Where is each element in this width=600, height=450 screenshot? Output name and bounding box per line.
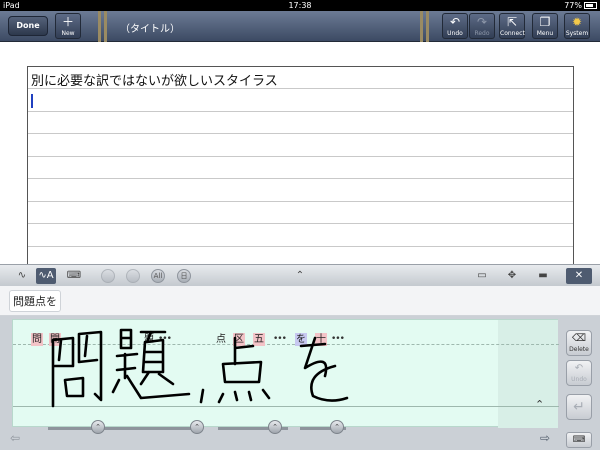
day-button[interactable]: 日 — [177, 269, 191, 283]
delete-label: Delete — [569, 346, 589, 353]
ruled-line — [28, 88, 573, 89]
ruled-line — [28, 178, 573, 179]
text-cursor — [31, 94, 33, 108]
gear-icon: ✹ — [571, 15, 583, 29]
keyboard-icon[interactable]: ⌨ — [64, 268, 84, 284]
menu-label: Menu — [536, 30, 554, 37]
status-bar: iPad 17:38 77% — [0, 0, 600, 11]
connect-button[interactable]: ⇱ Connect — [499, 13, 525, 39]
app-root: iPad 17:38 77% Done ＋ New （タイトル） ↶ Undo … — [0, 0, 600, 450]
connect-icon: ⇱ — [506, 15, 518, 29]
redo-label: Redo — [474, 30, 490, 37]
lined-paper[interactable]: 別に必要な訳ではないが欲しいスタイラス — [27, 66, 574, 266]
redo-button[interactable]: ↷ Redo — [469, 13, 495, 39]
ruled-line — [28, 245, 573, 247]
battery-percent: 77% — [564, 1, 582, 10]
arrow-left-icon[interactable]: ⇦ — [10, 431, 20, 445]
collapse-icon[interactable]: ⌃ — [535, 398, 544, 411]
ruled-line — [28, 110, 573, 112]
pen-icon[interactable]: ∿ — [12, 268, 32, 284]
toolbar-divider — [98, 11, 101, 42]
ruled-line — [28, 223, 573, 224]
ruled-line — [28, 155, 573, 157]
ruled-line — [28, 133, 573, 134]
new-label: New — [61, 30, 75, 37]
battery-level — [586, 4, 593, 7]
document-title[interactable]: （タイトル） — [120, 20, 180, 35]
delete-icon: ⌫ — [571, 333, 587, 344]
toolbar-divider — [426, 11, 429, 42]
window-icon[interactable]: ▬ — [533, 268, 553, 284]
undo-icon: ↶ — [449, 15, 461, 29]
handwriting-area[interactable]: 問 開 題 ••• 点 区 五 ••• を 十 ••• — [12, 319, 559, 428]
new-button[interactable]: ＋ New — [55, 13, 81, 39]
close-icon[interactable]: ✕ — [566, 268, 592, 284]
document-text: 別に必要な訳ではないが欲しいスタイラス — [31, 74, 278, 89]
system-label: System — [565, 30, 589, 37]
undo-label: Undo — [447, 30, 463, 37]
chevron-up-icon[interactable]: ⌃ — [290, 268, 310, 284]
move-icon[interactable]: ✥ — [502, 268, 522, 284]
redo-icon: ↷ — [476, 15, 488, 29]
return-button[interactable]: ↵ — [566, 394, 592, 420]
undo-icon: ↶ — [574, 363, 584, 374]
menu-button[interactable]: ❐ Menu — [532, 13, 558, 39]
side-undo-button[interactable]: ↶ Undo — [566, 360, 592, 386]
connect-label: Connect — [500, 30, 525, 37]
return-icon: ↵ — [573, 399, 585, 415]
candidate-row: 問題点を — [0, 286, 600, 316]
ruler-icon[interactable]: ▭ — [472, 268, 492, 284]
keyboard-toggle-icon[interactable]: ⌨ — [566, 432, 592, 448]
delete-button[interactable]: ⌫ Delete — [566, 330, 592, 356]
conversion-candidate[interactable]: 問題点を — [9, 290, 61, 312]
document-area: 別に必要な訳ではないが欲しいスタイラス — [0, 42, 600, 266]
system-button[interactable]: ✹ System — [564, 13, 590, 39]
battery-icon — [584, 2, 597, 9]
undo-button[interactable]: ↶ Undo — [442, 13, 468, 39]
arrow-right-icon[interactable]: ⇨ — [540, 431, 550, 445]
status-time: 17:38 — [288, 1, 312, 10]
circle-button-2[interactable] — [126, 269, 140, 283]
handwriting-strokes — [51, 328, 349, 408]
ruled-line — [28, 200, 573, 202]
menu-icon: ❐ — [539, 15, 551, 29]
bottom-bar: ⇦ ⇨ ⌨ — [0, 429, 600, 450]
handwriting-toolbar: ∿ ∿A ⌨ All 日 ⌃ ▭ ✥ ▬ ✕ — [0, 264, 600, 286]
done-button[interactable]: Done — [8, 16, 48, 36]
toolbar-divider — [104, 11, 107, 42]
side-undo-label: Undo — [571, 376, 587, 383]
handwriting-mode-icon[interactable]: ∿A — [36, 268, 56, 284]
circle-button-1[interactable] — [101, 269, 115, 283]
plus-icon: ＋ — [61, 15, 74, 29]
top-toolbar: Done ＋ New （タイトル） ↶ Undo ↷ Redo ⇱ Connec… — [0, 11, 600, 42]
toolbar-divider — [420, 11, 423, 42]
all-button[interactable]: All — [151, 269, 165, 283]
